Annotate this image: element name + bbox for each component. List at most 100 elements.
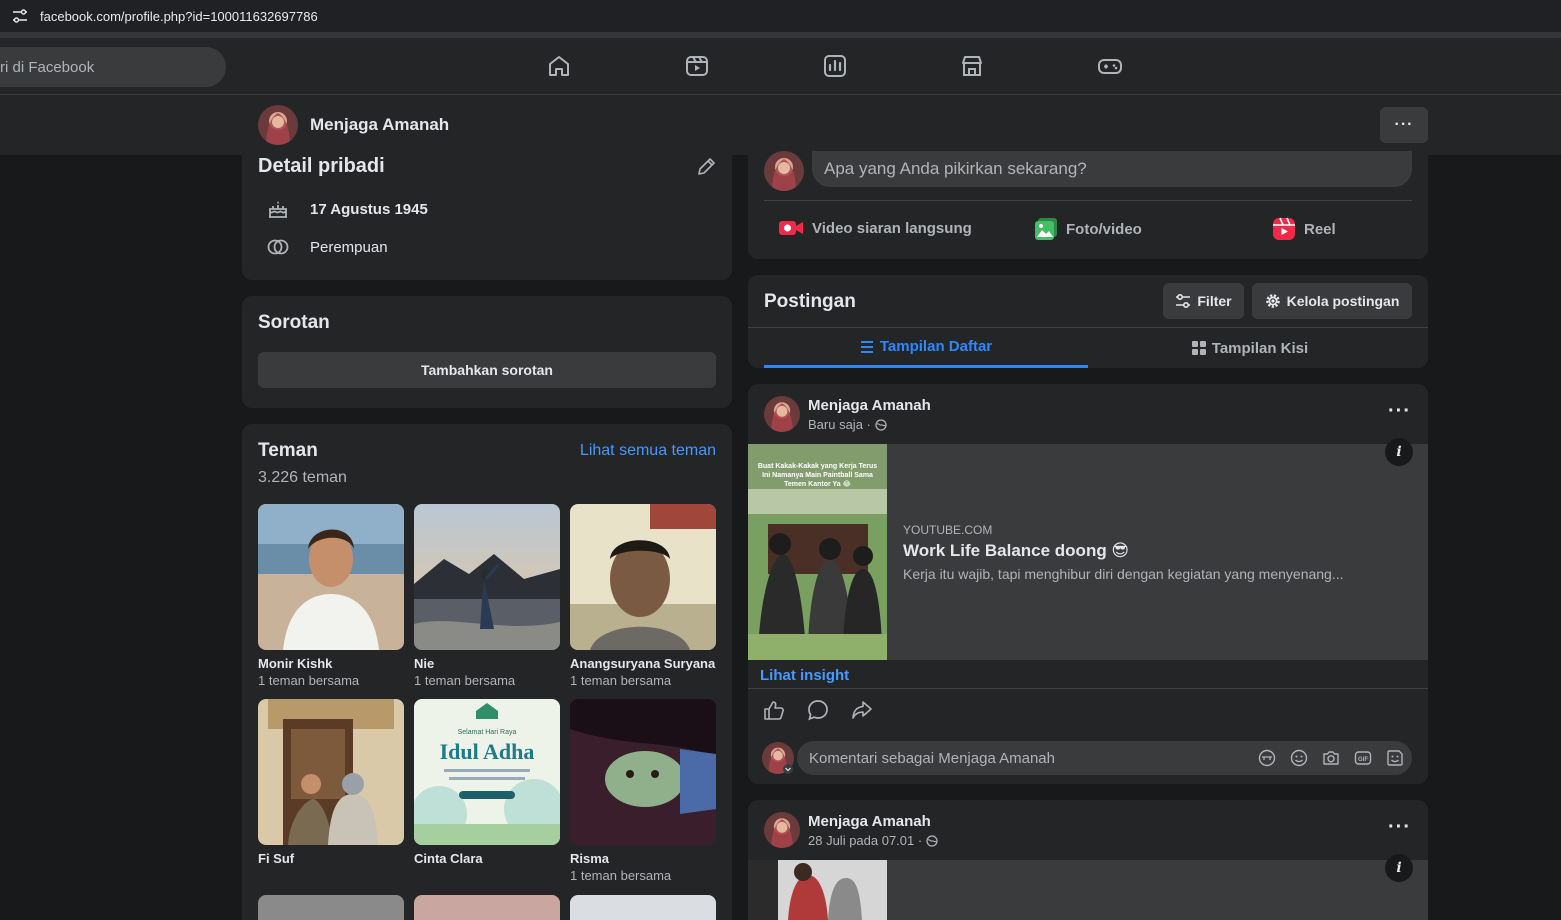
- tab-grid-label: Tampilan Kisi: [1211, 339, 1309, 357]
- reel-label: Reel: [1304, 220, 1336, 238]
- tab-list-view[interactable]: Tampilan Daftar: [764, 328, 1088, 368]
- friend-name[interactable]: Cinta Clara: [414, 851, 560, 866]
- live-video-button[interactable]: Video siaran langsung: [778, 218, 972, 238]
- friend-tile[interactable]: Selamat Hari Raya Idul Adha Cinta Clara: [414, 699, 560, 868]
- post-time[interactable]: 28 Juli pada 07.01 ·: [808, 833, 922, 848]
- friend-photo[interactable]: [414, 895, 560, 920]
- reel-button[interactable]: Reel: [1272, 217, 1336, 241]
- share-icon[interactable]: [851, 699, 873, 721]
- gif-icon[interactable]: GIF: [1354, 749, 1372, 767]
- photo-video-button[interactable]: Foto/video: [1034, 217, 1142, 241]
- avatar[interactable]: [764, 151, 804, 191]
- manage-posts-button[interactable]: Kelola postingan: [1252, 283, 1412, 319]
- post-author[interactable]: Menjaga Amanah: [808, 813, 931, 830]
- photo-video-label: Foto/video: [1066, 220, 1142, 238]
- friend-photo[interactable]: [258, 504, 404, 650]
- friend-name[interactable]: Anangsuryana Suryana: [570, 656, 716, 671]
- link-description: Kerja itu wajib, tapi menghibur diri den…: [903, 566, 1344, 582]
- posts-title: Postingan: [764, 291, 856, 312]
- home-icon[interactable]: [546, 53, 572, 79]
- site-settings-icon[interactable]: [12, 9, 28, 23]
- friend-tile[interactable]: Fi Suf: [258, 699, 404, 868]
- marketplace-icon[interactable]: [959, 53, 985, 79]
- friends-title: Teman: [258, 440, 318, 461]
- live-video-icon: [779, 221, 803, 235]
- avatar[interactable]: [764, 812, 800, 848]
- comment-placeholder: Komentari sebagai Menjaga Amanah: [809, 750, 1055, 767]
- friend-photo[interactable]: Selamat Hari Raya Idul Adha: [414, 699, 560, 845]
- friend-photo[interactable]: [258, 699, 404, 845]
- chevron-down-icon[interactable]: [783, 764, 793, 774]
- search-placeholder: ri di Facebook: [0, 58, 95, 76]
- avatar-sticker-icon[interactable]: [1258, 749, 1276, 767]
- dashboard-icon[interactable]: [822, 53, 848, 79]
- friend-photo[interactable]: [570, 895, 716, 920]
- friend-photo[interactable]: [570, 504, 716, 650]
- friend-name[interactable]: Fi Suf: [258, 851, 404, 866]
- friend-photo[interactable]: [258, 895, 404, 920]
- url-text[interactable]: facebook.com/profile.php?id=100011632697…: [40, 9, 318, 24]
- posts-header-card: Postingan Filter Kelola postingan Tampil…: [748, 275, 1428, 368]
- post-time[interactable]: Baru saja ·: [808, 417, 871, 432]
- highlights-title: Sorotan: [258, 312, 330, 333]
- emoji-icon[interactable]: [1290, 749, 1308, 767]
- friend-name[interactable]: Monir Kishk: [258, 656, 404, 671]
- more-options-button[interactable]: ···: [1380, 107, 1428, 143]
- profile-name[interactable]: Menjaga Amanah: [310, 115, 449, 135]
- friend-tile[interactable]: Risma 1 teman bersama: [570, 699, 716, 883]
- comment-input[interactable]: Komentari sebagai Menjaga Amanah GIF: [797, 741, 1412, 775]
- filter-button[interactable]: Filter: [1163, 283, 1244, 319]
- friend-mutual: 1 teman bersama: [570, 868, 672, 883]
- comment-icon[interactable]: [807, 699, 829, 721]
- highlights-card: Sorotan Tambahkan sorotan: [242, 296, 732, 408]
- gender-row: Perempuan: [266, 235, 388, 259]
- details-title: Detail pribadi: [258, 155, 385, 177]
- friend-mutual: 1 teman bersama: [570, 673, 672, 688]
- avatar[interactable]: [764, 396, 800, 432]
- profile-header-bar: Menjaga Amanah ···: [0, 95, 1561, 155]
- tab-grid-view[interactable]: Tampilan Kisi: [1088, 328, 1412, 368]
- add-highlight-button[interactable]: Tambahkan sorotan: [258, 352, 716, 388]
- friend-mutual: 1 teman bersama: [414, 673, 516, 688]
- post-author[interactable]: Menjaga Amanah: [808, 397, 931, 414]
- friend-photo[interactable]: [414, 504, 560, 650]
- see-insight-link[interactable]: Lihat insight: [760, 667, 849, 684]
- edit-pencil-icon[interactable]: [696, 157, 716, 177]
- link-thumbnail[interactable]: Buat Kakak-Kakak yang Kerja Terus Ini Na…: [748, 444, 887, 660]
- post-card: Menjaga Amanah Baru saja · ··· Buat Kaka…: [748, 384, 1428, 784]
- birthday-text: 17 Agustus 1945: [310, 200, 428, 218]
- svg-text:GIF: GIF: [1358, 757, 1368, 763]
- gaming-icon[interactable]: [1097, 53, 1123, 79]
- info-icon[interactable]: i: [1385, 438, 1413, 466]
- camera-icon[interactable]: [1322, 749, 1340, 767]
- browser-url-bar[interactable]: facebook.com/profile.php?id=100011632697…: [0, 0, 1561, 32]
- friend-tile[interactable]: Anangsuryana Suryana 1 teman bersama: [570, 504, 716, 688]
- like-icon[interactable]: [763, 699, 785, 721]
- see-all-friends-link[interactable]: Lihat semua teman: [580, 442, 716, 460]
- avatar[interactable]: [258, 105, 298, 145]
- status-input[interactable]: Apa yang Anda pikirkan sekarang?: [812, 151, 1412, 187]
- link-preview[interactable]: [748, 860, 1428, 920]
- link-preview[interactable]: Buat Kakak-Kakak yang Kerja Terus Ini Na…: [748, 444, 1428, 660]
- status-placeholder: Apa yang Anda pikirkan sekarang?: [824, 159, 1087, 178]
- video-icon[interactable]: [684, 53, 710, 79]
- search-input[interactable]: ri di Facebook: [0, 47, 226, 87]
- thumbnail-caption: Buat Kakak-Kakak yang Kerja Terus Ini Na…: [757, 463, 878, 488]
- post-options-button[interactable]: ···: [1388, 816, 1411, 839]
- post-meta: 28 Juli pada 07.01 ·: [808, 833, 938, 848]
- filter-icon: [1176, 293, 1191, 309]
- friend-photo[interactable]: [570, 699, 716, 845]
- sticker-icon[interactable]: [1386, 749, 1404, 767]
- tab-list-label: Tampilan Daftar: [879, 338, 993, 355]
- friend-tile[interactable]: Monir Kishk 1 teman bersama: [258, 504, 404, 688]
- friend-name[interactable]: Nie: [414, 656, 560, 671]
- info-icon[interactable]: i: [1385, 854, 1413, 882]
- personal-details-card: Detail pribadi 17 Agustus 1945 Perempuan: [242, 155, 732, 280]
- friend-tile[interactable]: Nie 1 teman bersama: [414, 504, 560, 688]
- friend-name[interactable]: Risma: [570, 851, 716, 866]
- list-icon: [860, 340, 873, 353]
- gender-text: Perempuan: [310, 238, 388, 256]
- link-title[interactable]: Work Life Balance doong 😎: [903, 541, 1129, 561]
- link-thumbnail[interactable]: [748, 860, 887, 920]
- post-options-button[interactable]: ···: [1388, 400, 1411, 423]
